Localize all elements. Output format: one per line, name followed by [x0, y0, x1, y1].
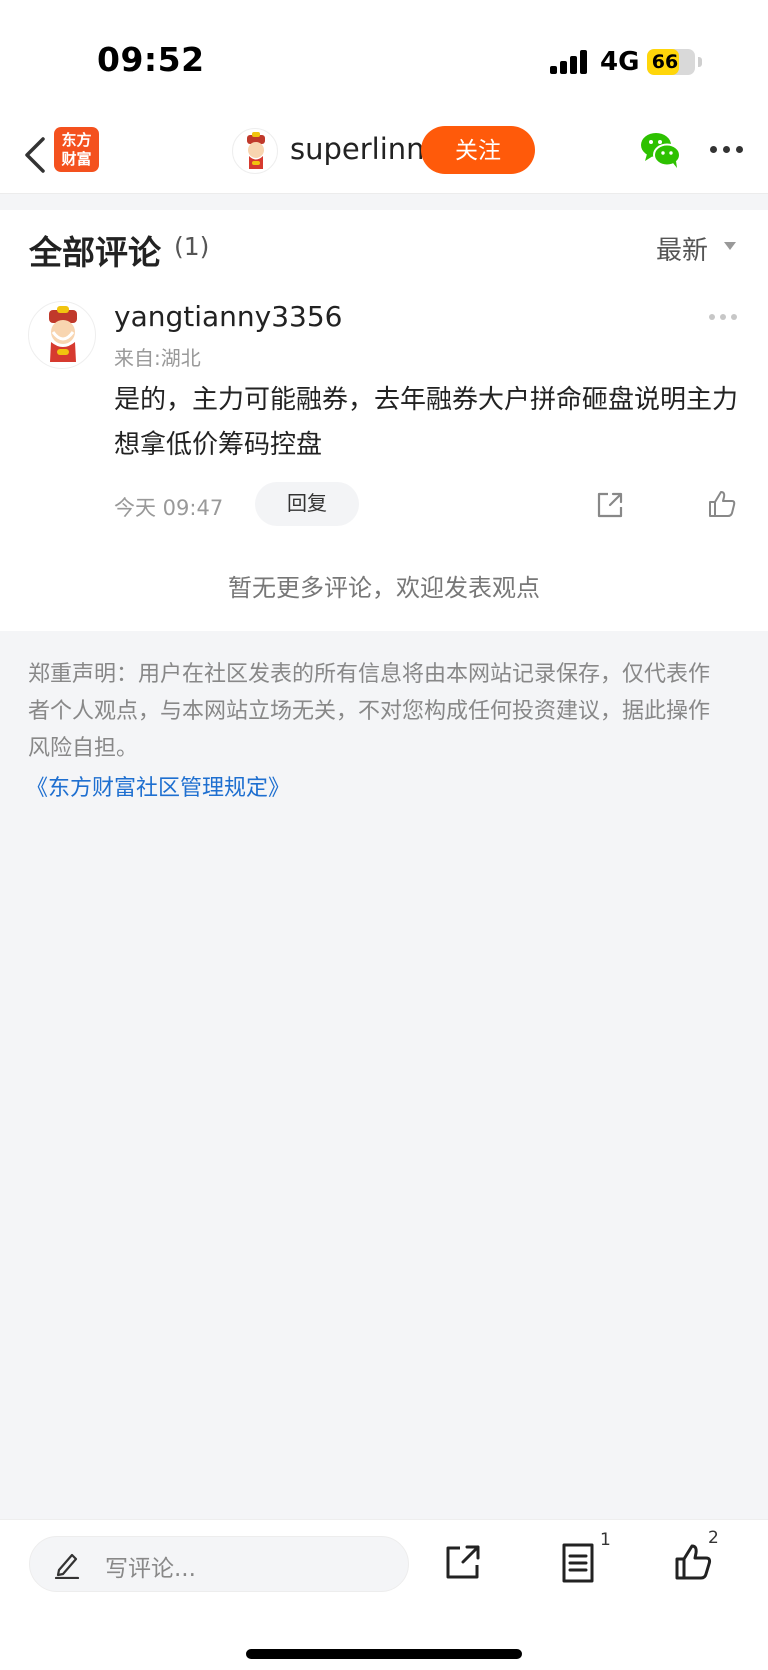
fortune-god-avatar-icon — [49, 306, 77, 362]
app-logo-line2: 财富 — [61, 150, 92, 168]
comment-text: 是的，主力可能融券，去年融券大户拼命砸盘说明主力想拿低价筹码控盘 — [114, 385, 739, 460]
comments-section: 全部评论 (1) 最新 yangtianny3356 来自:湖北 是的，主力可能… — [0, 210, 768, 631]
thumbs-up-icon[interactable] — [673, 1542, 713, 1582]
reply-button[interactable]: 回复 — [255, 482, 359, 526]
commenter-username[interactable]: yangtianny3356 — [114, 300, 342, 333]
comment-list-icon[interactable] — [558, 1542, 598, 1584]
comment-input[interactable]: 写评论... — [29, 1536, 409, 1592]
like-count-badge: 2 — [708, 1528, 719, 1548]
author-username[interactable]: superlinn — [290, 132, 425, 166]
network-type: 4G — [600, 47, 640, 77]
back-arrow-icon[interactable] — [16, 130, 56, 180]
home-indicator — [246, 1649, 522, 1659]
share-icon[interactable] — [595, 490, 625, 520]
no-more-comments: 暂无更多评论，欢迎发表观点 — [228, 574, 540, 602]
comment-more-icon[interactable] — [709, 314, 739, 322]
section-title: 全部评论 — [29, 233, 161, 272]
fortune-god-avatar-icon — [247, 132, 265, 169]
battery-nub — [698, 57, 702, 67]
comment-count: (1) — [174, 232, 210, 261]
app-logo[interactable]: 东方 财富 — [54, 127, 99, 172]
status-time: 09:52 — [97, 40, 205, 79]
pen-icon — [54, 1553, 80, 1579]
battery-icon: 66 — [647, 49, 695, 75]
nav-bar: 东方 财富 superlinn 关注 — [0, 118, 768, 194]
cellular-signal-icon — [550, 50, 590, 74]
share-icon[interactable] — [443, 1542, 483, 1582]
disclaimer-text: 郑重声明：用户在社区发表的所有信息将由本网站记录保存，仅代表作者个人观点，与本网… — [28, 662, 711, 761]
comment-count-badge: 1 — [600, 1530, 611, 1550]
caret-down-icon[interactable] — [724, 242, 736, 250]
comment-input-placeholder: 写评论... — [105, 1556, 196, 1582]
app-logo-line1: 东方 — [61, 131, 92, 149]
commenter-avatar[interactable] — [28, 301, 96, 369]
author-avatar[interactable] — [232, 128, 278, 174]
comment-time: 今天 09:47 — [114, 496, 224, 520]
follow-button[interactable]: 关注 — [421, 126, 535, 174]
bottom-bar: 写评论... 1 2 — [0, 1519, 768, 1670]
commenter-location: 来自:湖北 — [114, 346, 201, 370]
wechat-icon[interactable] — [640, 130, 682, 170]
community-rules-link[interactable]: 《东方财富社区管理规定》 — [26, 770, 290, 802]
battery-level: 66 — [651, 51, 679, 73]
more-menu-icon[interactable] — [710, 146, 746, 156]
comment-page: 09:52 4G 66 东方 财富 superlinn 关注 全部评论 (1) … — [0, 0, 768, 1670]
status-bar: 09:52 4G 66 — [0, 0, 768, 118]
sort-dropdown[interactable]: 最新 — [656, 230, 708, 267]
thumbs-up-icon[interactable] — [707, 489, 737, 519]
